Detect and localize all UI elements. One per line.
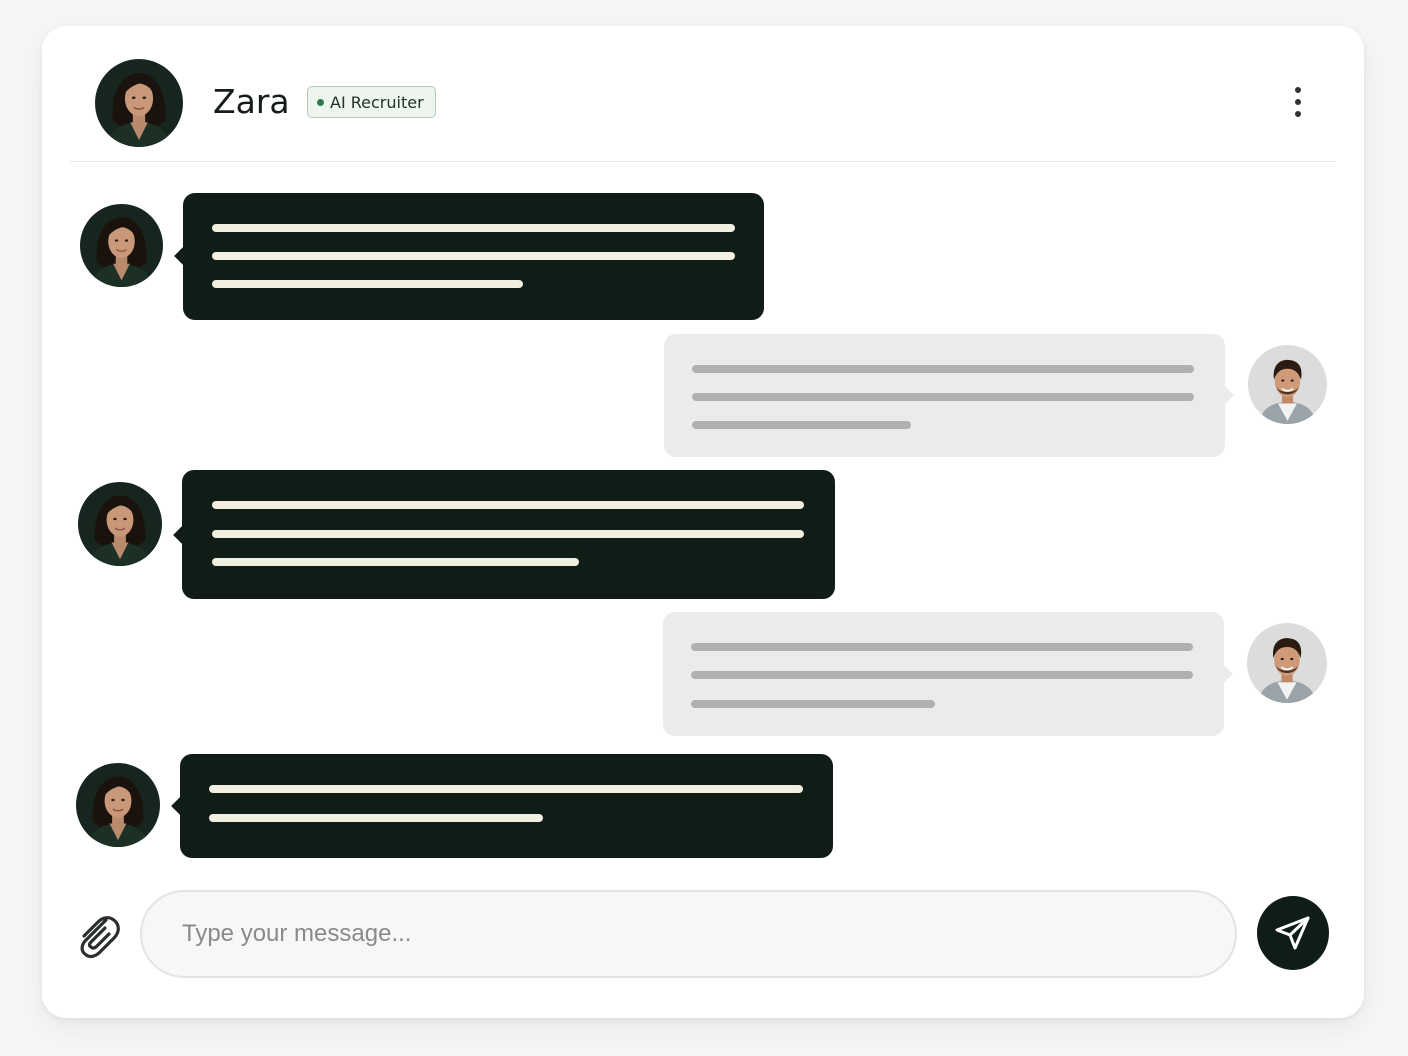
message-text-line bbox=[692, 365, 1194, 373]
message-text-line bbox=[692, 421, 911, 429]
message-text-line bbox=[212, 501, 804, 509]
message-text-line bbox=[691, 671, 1193, 679]
recruiter-name: Zara bbox=[213, 82, 290, 121]
paperclip-icon bbox=[80, 916, 120, 959]
message-text-line bbox=[691, 700, 935, 708]
send-button[interactable] bbox=[1257, 896, 1329, 970]
woman-portrait-avatar-icon bbox=[95, 59, 183, 147]
status-dot-icon bbox=[317, 98, 324, 106]
send-icon bbox=[1275, 916, 1310, 950]
message-text-line bbox=[691, 643, 1193, 651]
man-portrait-avatar-icon bbox=[1248, 345, 1327, 424]
message-text-line bbox=[212, 224, 735, 232]
more-vertical-icon bbox=[1295, 87, 1301, 93]
woman-portrait-avatar-icon bbox=[78, 482, 162, 566]
header-divider bbox=[70, 161, 1336, 162]
ai-message-avatar bbox=[80, 204, 163, 287]
man-portrait-avatar-icon bbox=[1247, 623, 1327, 703]
ai-message-bubble bbox=[171, 754, 833, 858]
user-message-avatar bbox=[1247, 623, 1327, 703]
message-text-line bbox=[212, 530, 804, 538]
message-text-line bbox=[212, 558, 579, 566]
message-text-line bbox=[209, 785, 803, 793]
role-badge: AI Recruiter bbox=[307, 86, 436, 118]
recruiter-avatar bbox=[95, 59, 183, 147]
message-text-line bbox=[212, 252, 735, 260]
message-text-line bbox=[692, 393, 1194, 401]
message-text-line bbox=[209, 814, 543, 822]
woman-portrait-avatar-icon bbox=[80, 204, 163, 287]
role-badge-label: AI Recruiter bbox=[330, 92, 424, 112]
attach-button[interactable] bbox=[72, 906, 120, 960]
message-text-line bbox=[212, 280, 523, 288]
more-options-button[interactable] bbox=[1282, 82, 1314, 122]
chat-window: Zara AI Recruiter bbox=[42, 26, 1364, 1018]
woman-portrait-avatar-icon bbox=[76, 763, 160, 847]
user-message-bubble bbox=[663, 612, 1233, 736]
ai-message-bubble bbox=[174, 193, 764, 320]
ai-message-avatar bbox=[76, 763, 160, 847]
ai-message-bubble bbox=[173, 470, 835, 599]
user-message-avatar bbox=[1248, 345, 1327, 424]
ai-message-avatar bbox=[78, 482, 162, 566]
user-message-bubble bbox=[664, 334, 1234, 457]
message-input[interactable] bbox=[140, 890, 1237, 978]
